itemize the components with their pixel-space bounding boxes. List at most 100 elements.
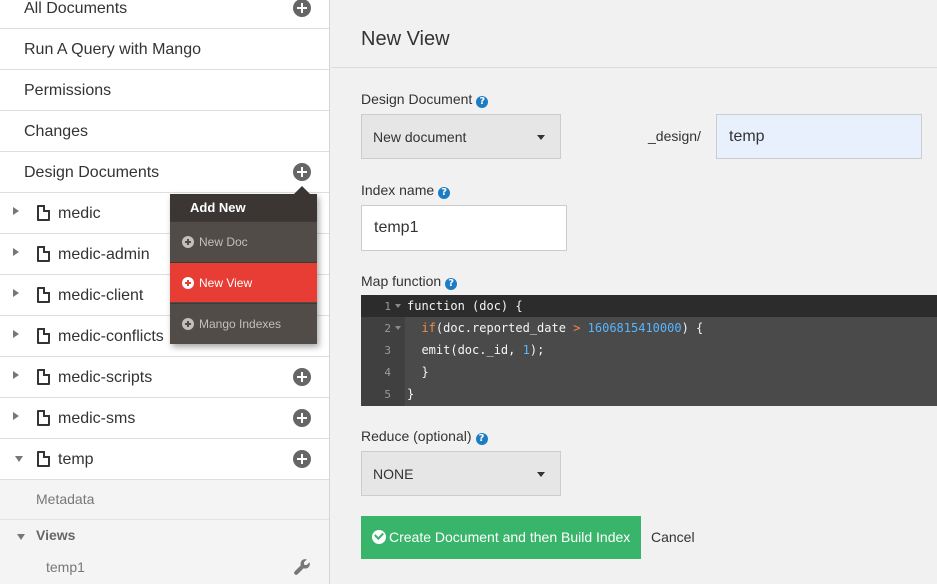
index-name-label: Index name? xyxy=(361,182,451,199)
design-doc-label: medic-client xyxy=(58,287,144,304)
caret-down-icon[interactable] xyxy=(15,456,23,462)
design-name-input[interactable] xyxy=(716,114,922,159)
reduce-select[interactable]: NONE xyxy=(361,451,561,496)
sidebar-item-views[interactable]: Views xyxy=(0,520,329,550)
caret-right-icon[interactable] xyxy=(13,248,19,256)
code-token: ) { xyxy=(681,321,704,335)
caret-right-icon[interactable] xyxy=(13,412,19,420)
nav-item-label: All Documents xyxy=(24,0,128,17)
line-number: 1 xyxy=(384,300,391,313)
help-icon[interactable]: ? xyxy=(438,187,451,199)
design-doc-label: medic-sms xyxy=(58,410,136,427)
plus-circle-icon[interactable] xyxy=(293,0,311,17)
menu-item-new-doc[interactable]: New Doc xyxy=(170,221,317,261)
map-function-label-text: Map function xyxy=(361,273,442,289)
design-doc-temp[interactable]: temp xyxy=(0,439,329,480)
sidebar-item-view-temp1[interactable]: temp1 xyxy=(0,550,329,584)
plus-circle-icon[interactable] xyxy=(293,450,311,468)
design-doc-medic-scripts[interactable]: medic-scripts xyxy=(0,357,329,398)
file-icon xyxy=(37,369,50,385)
cancel-button[interactable]: Cancel xyxy=(651,529,695,545)
fold-icon[interactable] xyxy=(395,326,401,330)
nav-item-label: Design Documents xyxy=(24,164,160,181)
menu-arrow xyxy=(294,186,310,194)
design-document-select-value: New document xyxy=(373,129,467,145)
code-text: } xyxy=(407,365,429,379)
menu-item-new-view[interactable]: New View xyxy=(170,262,317,302)
fold-icon[interactable] xyxy=(395,304,401,308)
code-token: ); xyxy=(529,343,545,357)
index-name-input[interactable] xyxy=(361,205,567,251)
caret-down-icon[interactable] xyxy=(17,534,25,540)
metadata-label: Metadata xyxy=(36,491,95,507)
chevron-down-icon xyxy=(537,472,545,477)
plus-circle-icon[interactable] xyxy=(293,368,311,386)
file-icon xyxy=(37,410,50,426)
plus-circle-icon xyxy=(182,318,194,330)
map-function-label: Map function? xyxy=(361,273,458,290)
design-doc-label: temp xyxy=(58,451,94,468)
design-document-select[interactable]: New document xyxy=(361,114,561,159)
design-document-label: Design Document? xyxy=(361,91,489,108)
create-document-button[interactable]: Create Document and then Build Index xyxy=(361,516,641,559)
reduce-label: Reduce (optional)? xyxy=(361,428,488,445)
code-keyword: if xyxy=(421,321,436,335)
file-icon xyxy=(37,287,50,303)
plus-circle-icon[interactable] xyxy=(293,163,311,181)
code-token: } xyxy=(421,365,429,379)
help-icon[interactable]: ? xyxy=(475,433,488,445)
help-icon[interactable]: ? xyxy=(476,96,489,108)
page-title: New View xyxy=(361,28,450,50)
sidebar-item-metadata[interactable]: Metadata xyxy=(0,480,329,520)
menu-header-label: Add New xyxy=(190,200,246,215)
nav-run-query[interactable]: Run A Query with Mango xyxy=(0,29,329,70)
wrench-icon[interactable] xyxy=(293,558,311,576)
reduce-select-value: NONE xyxy=(373,466,414,482)
plus-circle-icon[interactable] xyxy=(293,409,311,427)
line-number: 2 xyxy=(384,322,391,335)
caret-right-icon[interactable] xyxy=(13,289,19,297)
nav-all-documents[interactable]: All Documents xyxy=(0,0,329,29)
design-prefix: _design/ xyxy=(648,128,701,144)
caret-right-icon[interactable] xyxy=(13,330,19,338)
code-line: 3 emit(doc._id, 1); xyxy=(361,339,937,361)
menu-item-mango-indexes[interactable]: Mango Indexes xyxy=(170,303,317,343)
create-button-label: Create Document and then Build Index xyxy=(389,529,631,545)
views-label: Views xyxy=(36,527,76,543)
divider xyxy=(331,67,937,68)
code-number: 1606815410000 xyxy=(587,321,682,335)
file-icon xyxy=(37,205,50,221)
line-number: 3 xyxy=(384,344,391,357)
line-number: 5 xyxy=(384,388,391,401)
menu-item-label: New View xyxy=(199,276,253,290)
code-text: if(doc.reported_date > 1606815410000) { xyxy=(407,321,703,335)
caret-right-icon[interactable] xyxy=(13,371,19,379)
nav-permissions[interactable]: Permissions xyxy=(0,70,329,111)
design-doc-label: medic-conflicts xyxy=(58,328,164,345)
nav-item-label: Permissions xyxy=(24,82,112,99)
help-icon[interactable]: ? xyxy=(445,278,458,290)
menu-item-label: Mango Indexes xyxy=(199,317,282,331)
map-function-editor[interactable]: 1 function (doc) { 2 if(doc.reported_dat… xyxy=(361,295,937,406)
design-doc-label: medic-admin xyxy=(58,246,150,263)
design-doc-label: medic xyxy=(58,205,101,222)
index-name-label-text: Index name xyxy=(361,182,435,198)
file-icon xyxy=(37,451,50,467)
design-doc-medic-sms[interactable]: medic-sms xyxy=(0,398,329,439)
code-line: 4 } xyxy=(361,361,937,383)
plus-circle-icon xyxy=(182,277,194,289)
code-line: 5 } xyxy=(361,383,937,405)
code-line: 2 if(doc.reported_date > 1606815410000) … xyxy=(361,317,937,339)
reduce-label-text: Reduce (optional) xyxy=(361,428,472,444)
line-number: 4 xyxy=(384,366,391,379)
nav-changes[interactable]: Changes xyxy=(0,111,329,152)
nav-design-documents[interactable]: Design Documents xyxy=(0,152,329,193)
code-token: function (doc) { xyxy=(407,299,523,313)
code-line: 1 function (doc) { xyxy=(361,295,937,317)
caret-right-icon[interactable] xyxy=(13,207,19,215)
plus-circle-icon xyxy=(182,236,194,248)
main-panel: New View Design Document? New document _… xyxy=(331,0,937,584)
code-text: function (doc) { xyxy=(407,299,523,313)
view-item-label: temp1 xyxy=(46,559,85,575)
